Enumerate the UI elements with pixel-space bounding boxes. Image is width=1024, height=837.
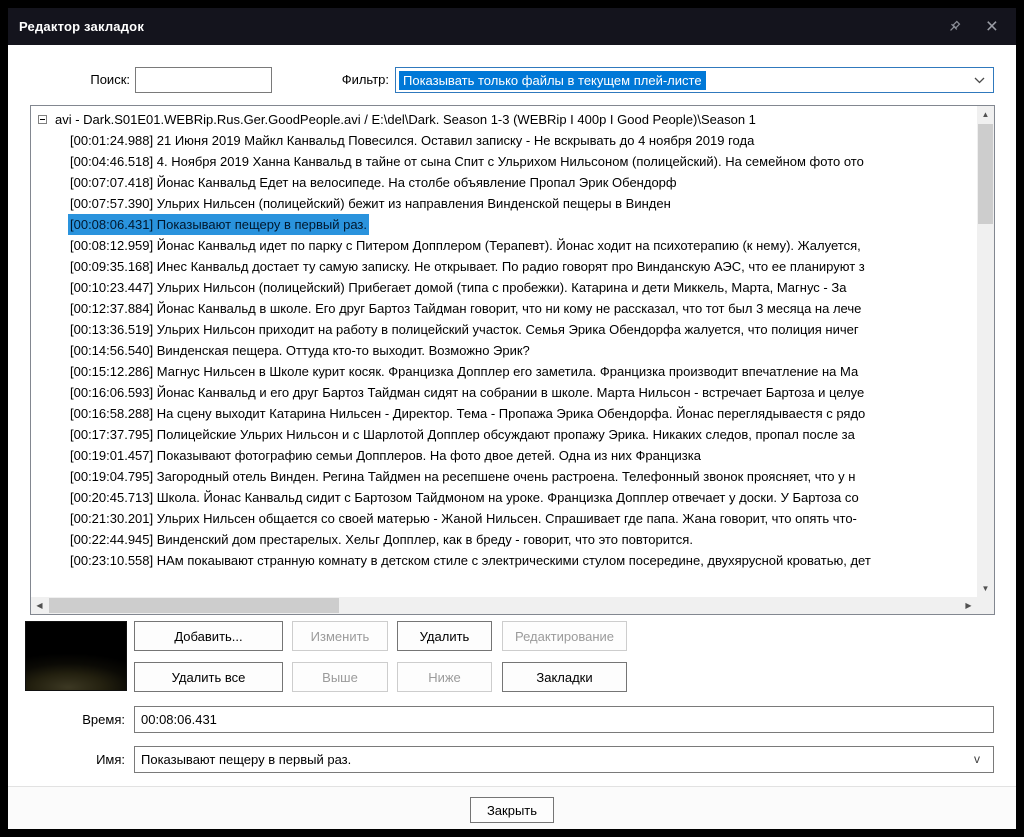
bookmark-item-label: [00:19:04.795] Загородный отель Винден. … [70, 469, 856, 484]
bookmark-item[interactable]: [00:10:23.447] Ульрих Нильсон (полицейск… [31, 277, 977, 298]
bookmark-item-label: [00:22:44.945] Винденский дом престарелы… [70, 532, 693, 547]
bookmark-item[interactable]: [00:07:57.390] Ульрих Нильсен (полицейск… [31, 193, 977, 214]
close-button[interactable]: Закрыть [470, 797, 554, 823]
bookmark-editor-window: Редактор закладок × Поиск: Фильтр: Показ… [0, 0, 1024, 837]
move-up-button[interactable]: Выше [292, 662, 388, 692]
name-label: Имя: [96, 752, 125, 767]
bookmark-item[interactable]: [00:16:06.593] Йонас Канвальд и его друг… [31, 382, 977, 403]
bookmark-tree-rows: avi - Dark.S01E01.WEBRip.Rus.Ger.GoodPeo… [31, 106, 977, 597]
bookmark-item[interactable]: [00:01:24.988] 21 Июня 2019 Майкл Канвал… [31, 130, 977, 151]
chevron-down-icon [974, 77, 985, 84]
pin-icon[interactable] [947, 19, 962, 34]
editing-button[interactable]: Редактирование [502, 621, 627, 651]
bookmark-item-label: [00:13:36.519] Ульрих Нильсон приходит н… [70, 322, 859, 337]
move-down-button[interactable]: Ниже [397, 662, 492, 692]
bookmark-item[interactable]: [00:21:30.201] Ульрих Нильсен общается с… [31, 508, 977, 529]
horizontal-scroll-thumb[interactable] [49, 598, 339, 613]
delete-all-button[interactable]: Удалить все [134, 662, 283, 692]
filter-selected-option: Показывать только файлы в текущем плей-л… [399, 70, 706, 90]
titlebar: Редактор закладок × [8, 8, 1016, 45]
horizontal-scrollbar[interactable]: ◀ ▶ [31, 597, 977, 614]
bookmark-item-label: [00:15:12.286] Магнус Нильсен в Школе ку… [70, 364, 859, 379]
bookmark-item[interactable]: [00:13:36.519] Ульрих Нильсон приходит н… [31, 319, 977, 340]
bookmark-item[interactable]: [00:22:44.945] Винденский дом престарелы… [31, 529, 977, 550]
scroll-up-icon[interactable]: ▲ [977, 106, 994, 123]
name-field[interactable] [134, 746, 994, 773]
bookmark-list: avi - Dark.S01E01.WEBRip.Rus.Ger.GoodPeo… [30, 105, 995, 615]
bookmark-item-label: [00:10:23.447] Ульрих Нильсон (полицейск… [70, 280, 847, 295]
bookmark-item-label: [00:16:58.288] На сцену выходит Катарина… [70, 406, 866, 421]
bookmarks-button[interactable]: Закладки [502, 662, 627, 692]
time-field[interactable] [134, 706, 994, 733]
bookmark-item-label: [00:17:37.795] Полицейские Ульрих Нильсо… [70, 427, 855, 442]
search-label: Поиск: [90, 72, 130, 87]
bookmark-item[interactable]: [00:16:58.288] На сцену выходит Катарина… [31, 403, 977, 424]
add-button[interactable]: Добавить... [134, 621, 283, 651]
bookmark-item-label: [00:09:35.168] Инес Канвальд достает ту … [70, 259, 865, 274]
dialog-content: Поиск: Фильтр: Показывать только файлы в… [8, 45, 1016, 829]
bookmark-item-label: [00:01:24.988] 21 Июня 2019 Майкл Канвал… [70, 133, 755, 148]
edit-button[interactable]: Изменить [292, 621, 388, 651]
bookmark-item-label: [00:21:30.201] Ульрих Нильсен общается с… [70, 511, 857, 526]
collapse-icon[interactable] [38, 115, 47, 124]
bookmark-item[interactable]: [00:14:56.540] Винденская пещера. Оттуда… [31, 340, 977, 361]
scrollbar-corner [977, 597, 994, 614]
search-input[interactable] [135, 67, 272, 93]
delete-button[interactable]: Удалить [397, 621, 492, 651]
bookmark-item[interactable]: [00:17:37.795] Полицейские Ульрих Нильсо… [31, 424, 977, 445]
close-icon[interactable]: × [986, 16, 998, 37]
bookmark-item-label: [00:07:57.390] Ульрих Нильсен (полицейск… [70, 196, 671, 211]
bookmark-item-label: [00:08:12.959] Йонас Канвальд идет по па… [70, 238, 861, 253]
bookmark-item[interactable]: [00:19:04.795] Загородный отель Винден. … [31, 466, 977, 487]
vertical-scroll-thumb[interactable] [978, 124, 993, 224]
bookmark-item[interactable]: [00:19:01.457] Показывают фотографию сем… [31, 445, 977, 466]
bookmark-item[interactable]: [00:09:35.168] Инес Канвальд достает ту … [31, 256, 977, 277]
titlebar-buttons: × [947, 16, 1016, 37]
tree-root-label: avi - Dark.S01E01.WEBRip.Rus.Ger.GoodPeo… [55, 112, 756, 127]
time-label: Время: [82, 712, 125, 727]
vertical-scrollbar[interactable]: ▲ ▼ [977, 106, 994, 597]
bookmark-item-label: [00:04:46.518] 4. Ноября 2019 Ханна Канв… [70, 154, 864, 169]
filter-dropdown[interactable]: Показывать только файлы в текущем плей-л… [395, 67, 994, 93]
window-title: Редактор закладок [19, 19, 145, 34]
bookmark-item-label: [00:08:06.431] Показывают пещеру в первы… [68, 214, 369, 235]
bookmark-item[interactable]: [00:15:12.286] Магнус Нильсен в Школе ку… [31, 361, 977, 382]
bookmark-item[interactable]: [00:07:07.418] Йонас Канвальд Едет на ве… [31, 172, 977, 193]
name-dropdown-arrow-icon[interactable]: v [974, 752, 980, 766]
bookmark-item-label: [00:20:45.713] Школа. Йонас Канвальд сид… [70, 490, 859, 505]
scroll-right-icon[interactable]: ▶ [960, 597, 977, 614]
bookmark-item-label: [00:12:37.884] Йонас Канвальд в школе. Е… [70, 301, 862, 316]
video-thumbnail [25, 621, 127, 691]
filter-label: Фильтр: [341, 72, 389, 87]
bookmark-item-label: [00:19:01.457] Показывают фотографию сем… [70, 448, 701, 463]
bookmark-item-label: [00:16:06.593] Йонас Канвальд и его друг… [70, 385, 865, 400]
bookmark-item-label: [00:14:56.540] Винденская пещера. Оттуда… [70, 343, 530, 358]
tree-root[interactable]: avi - Dark.S01E01.WEBRip.Rus.Ger.GoodPeo… [31, 109, 977, 130]
bookmark-item[interactable]: [00:20:45.713] Школа. Йонас Канвальд сид… [31, 487, 977, 508]
bookmark-item-label: [00:23:10.558] НАм покаывают странную ко… [70, 553, 871, 568]
bookmark-item[interactable]: [00:12:37.884] Йонас Канвальд в школе. Е… [31, 298, 977, 319]
bookmark-item[interactable]: [00:08:12.959] Йонас Канвальд идет по па… [31, 235, 977, 256]
scroll-down-icon[interactable]: ▼ [977, 580, 994, 597]
scroll-left-icon[interactable]: ◀ [31, 597, 48, 614]
bookmark-item[interactable]: [00:23:10.558] НАм покаывают странную ко… [31, 550, 977, 571]
bookmark-item-label: [00:07:07.418] Йонас Канвальд Едет на ве… [70, 175, 677, 190]
bookmark-item[interactable]: [00:08:06.431] Показывают пещеру в первы… [31, 214, 977, 235]
bookmark-item[interactable]: [00:04:46.518] 4. Ноября 2019 Ханна Канв… [31, 151, 977, 172]
